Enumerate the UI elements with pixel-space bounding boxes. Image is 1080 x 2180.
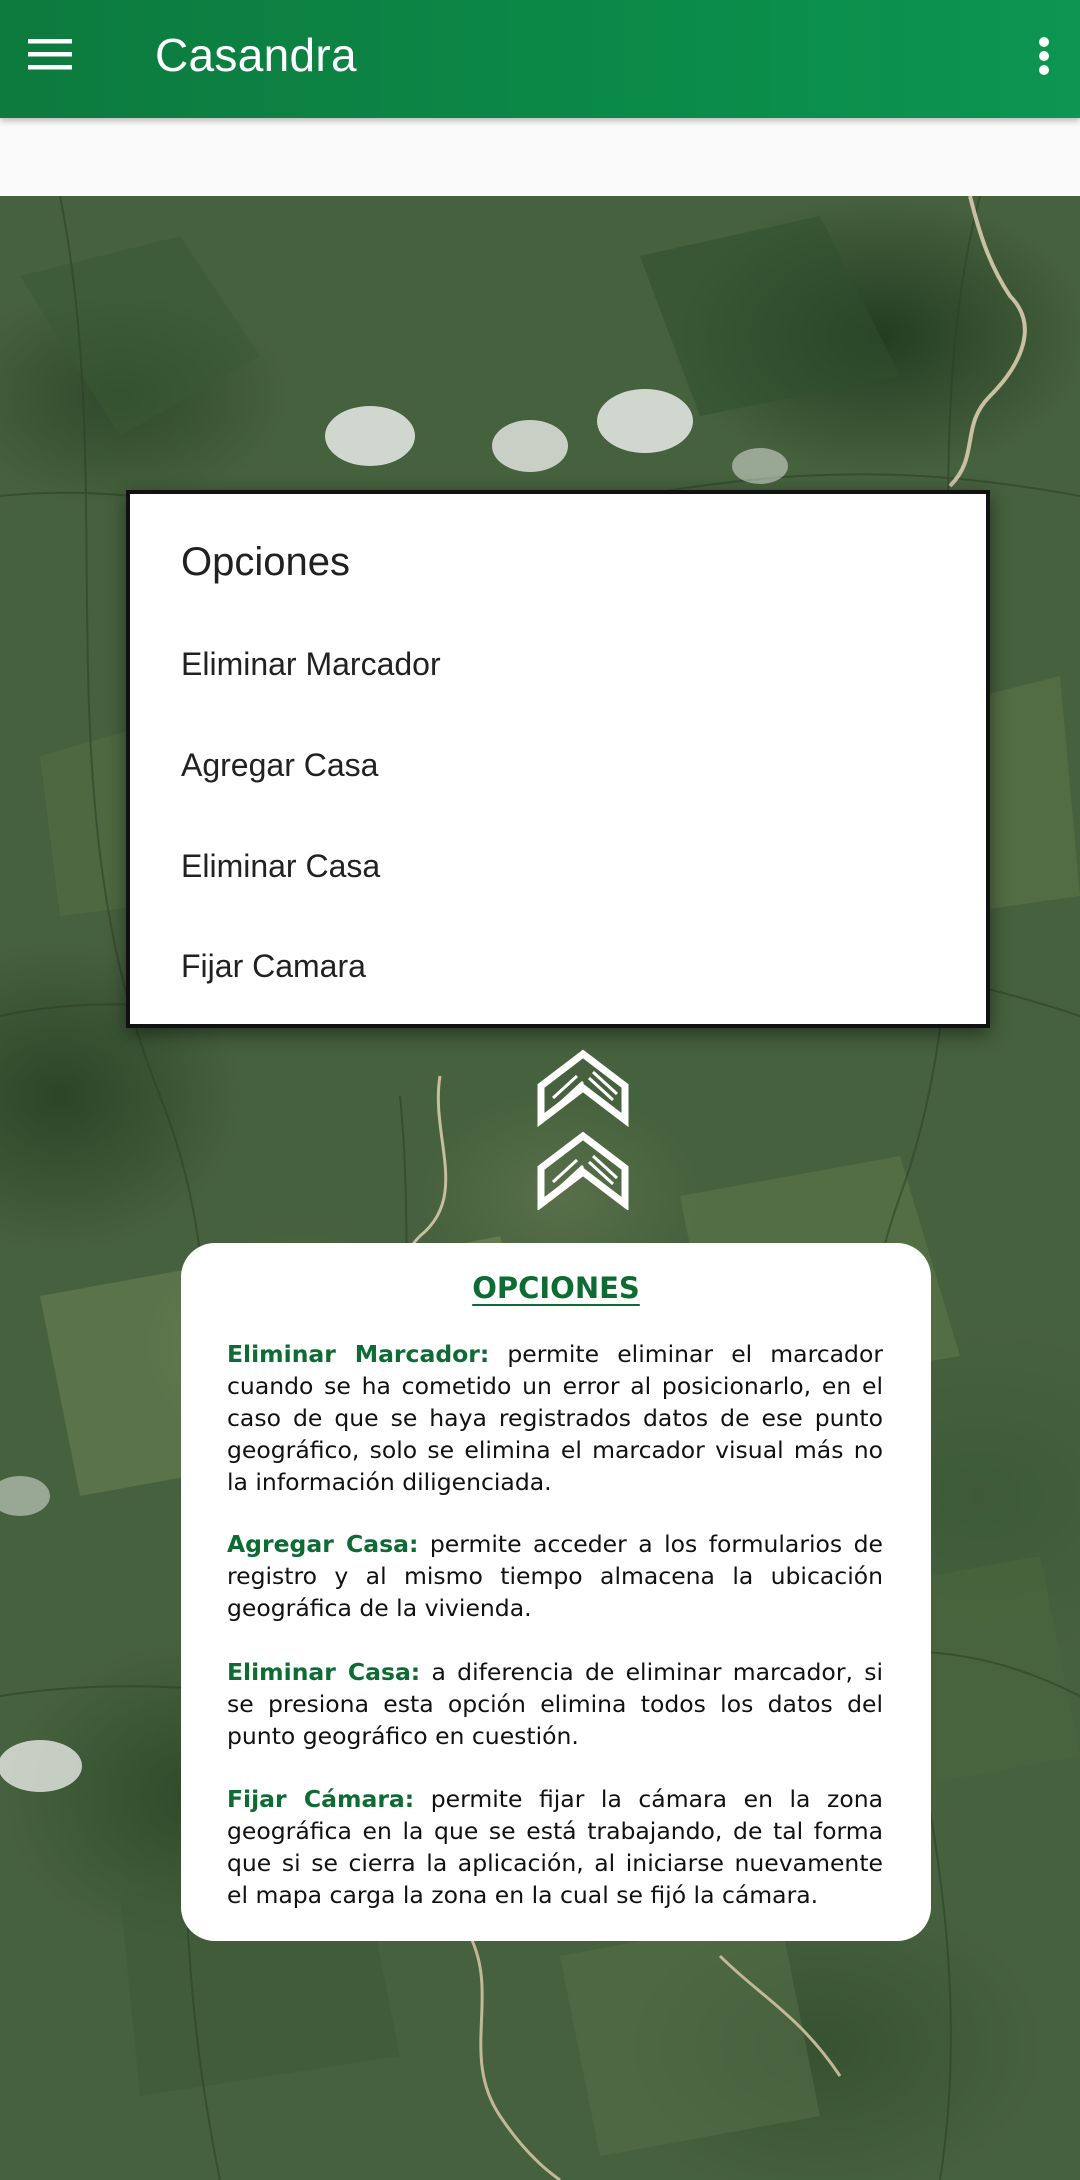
info-entry-eliminar-casa: Eliminar Casa: a diferencia de eliminar … bbox=[227, 1656, 883, 1752]
info-term: Eliminar Casa: bbox=[227, 1658, 421, 1686]
more-vert-icon[interactable] bbox=[1026, 26, 1062, 86]
info-heading: OPCIONES bbox=[472, 1271, 640, 1305]
double-chevron-up-icon bbox=[535, 1048, 631, 1212]
top-strip bbox=[0, 118, 1080, 196]
info-term: Fijar Cámara: bbox=[227, 1785, 415, 1813]
hamburger-menu-icon[interactable] bbox=[18, 26, 84, 82]
options-info-card: OPCIONES Eliminar Marcador: permite elim… bbox=[181, 1243, 931, 1941]
info-entry-fijar-camara: Fijar Cámara: permite fijar la cámara en… bbox=[227, 1783, 883, 1911]
option-eliminar-marcador[interactable]: Eliminar Marcador bbox=[181, 634, 941, 694]
app-title: Casandra bbox=[155, 29, 357, 81]
option-agregar-casa[interactable]: Agregar Casa bbox=[181, 735, 941, 795]
info-term: Agregar Casa: bbox=[227, 1530, 419, 1558]
info-term: Eliminar Marcador: bbox=[227, 1340, 490, 1368]
app-bar: Casandra bbox=[0, 0, 1080, 118]
options-dialog: Opciones Eliminar Marcador Agregar Casa … bbox=[126, 490, 990, 1028]
dialog-title: Opciones bbox=[181, 540, 350, 584]
option-fijar-camara[interactable]: Fijar Camara bbox=[181, 936, 941, 996]
info-entry-agregar-casa: Agregar Casa: permite acceder a los form… bbox=[227, 1528, 883, 1624]
option-eliminar-casa[interactable]: Eliminar Casa bbox=[181, 836, 941, 896]
info-entry-eliminar-marcador: Eliminar Marcador: permite eliminar el m… bbox=[227, 1338, 883, 1498]
